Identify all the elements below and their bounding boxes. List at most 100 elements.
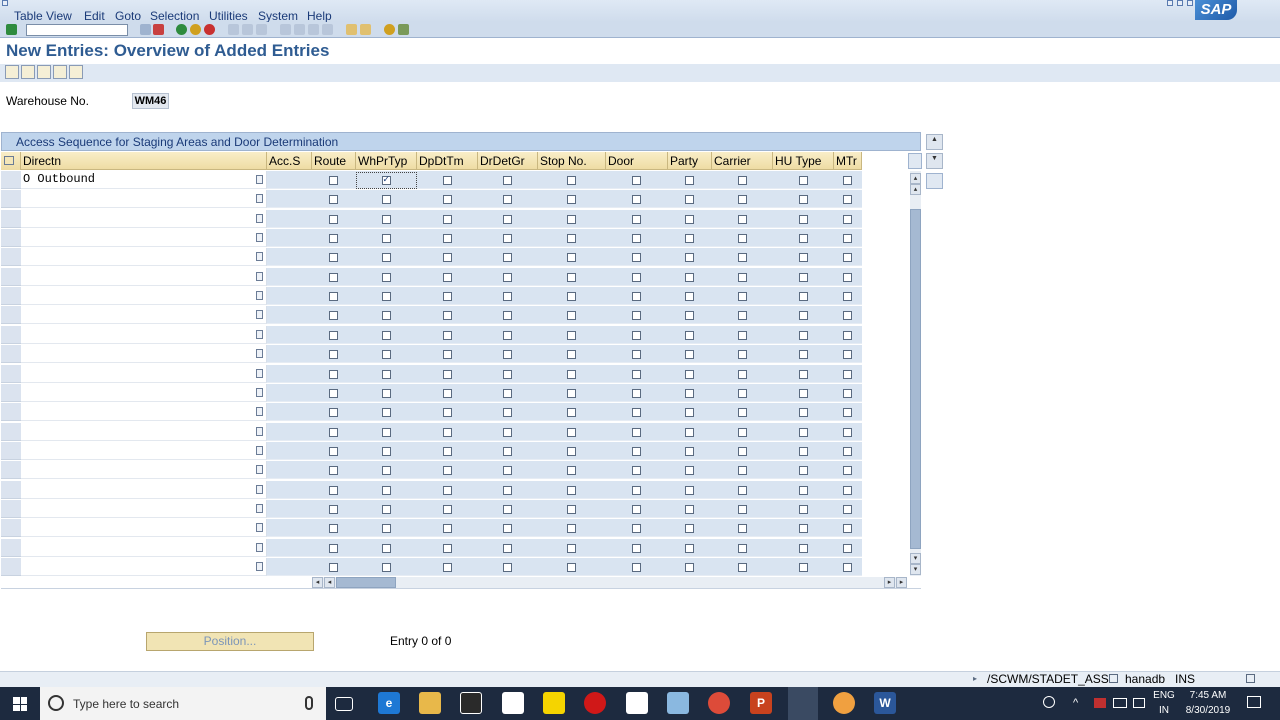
row-selector[interactable] <box>1 171 21 189</box>
direction-input[interactable]: O Outbound <box>21 171 267 189</box>
col-drdetgr-checkbox[interactable] <box>503 234 512 244</box>
scroll-top-icon[interactable]: ▴ <box>910 173 921 184</box>
minimize-icon[interactable] <box>1167 0 1173 6</box>
col-carrier-checkbox[interactable] <box>737 408 747 418</box>
value-help-icon[interactable] <box>256 252 263 262</box>
col-route-checkbox[interactable] <box>329 311 338 321</box>
col-stop-no-checkbox[interactable] <box>567 195 576 205</box>
direction-input[interactable] <box>21 306 267 325</box>
scroll-line-down-icon[interactable]: ▾ <box>910 553 921 564</box>
col-whprtyp-checkbox[interactable] <box>381 427 391 437</box>
col-route-checkbox[interactable] <box>329 330 338 340</box>
row-selector[interactable] <box>1 325 21 344</box>
col-carrier-checkbox[interactable] <box>737 504 747 514</box>
window-icon[interactable] <box>2 0 8 6</box>
col-drdetgr-checkbox[interactable] <box>503 563 512 572</box>
network-icon[interactable] <box>1113 698 1127 708</box>
notifications-icon[interactable] <box>1247 696 1261 708</box>
col-stop-no-checkbox[interactable] <box>567 485 576 495</box>
menu-edit[interactable]: Edit <box>84 9 105 23</box>
powerpoint-icon[interactable]: P <box>750 692 772 714</box>
col-whprtyp-checkbox[interactable] <box>381 485 391 495</box>
col-whprtyp-checkbox[interactable] <box>381 234 391 244</box>
col-party-checkbox[interactable] <box>685 292 694 302</box>
maximize-icon[interactable] <box>1177 0 1183 6</box>
value-help-icon[interactable] <box>256 407 263 417</box>
col-door-checkbox[interactable] <box>632 292 641 302</box>
col-hu-type-checkbox[interactable] <box>798 524 808 534</box>
col-door-checkbox[interactable] <box>632 446 641 456</box>
col-party-checkbox[interactable] <box>685 214 694 224</box>
direction-input[interactable] <box>21 422 267 441</box>
language-label[interactable]: ENG <box>1152 690 1176 701</box>
row-selector[interactable] <box>1 248 21 267</box>
col-door-checkbox[interactable] <box>632 524 641 534</box>
enter-icon[interactable] <box>6 24 17 35</box>
col-mtr-checkbox[interactable] <box>843 272 852 282</box>
value-help-icon[interactable] <box>256 484 263 494</box>
header-col-route[interactable]: Route <box>312 152 356 170</box>
previous-page-icon[interactable] <box>294 24 305 35</box>
edge-icon[interactable]: e <box>378 692 400 714</box>
menu-help[interactable]: Help <box>307 9 332 23</box>
value-help-icon[interactable] <box>256 426 263 436</box>
col-route-checkbox[interactable] <box>329 292 338 302</box>
col-stop-no-checkbox[interactable] <box>567 311 576 321</box>
row-selector[interactable] <box>1 461 21 480</box>
back-arrow-icon[interactable] <box>140 24 151 35</box>
col-route-checkbox[interactable] <box>329 543 338 553</box>
col-route-checkbox[interactable] <box>329 272 338 282</box>
col-hu-type-checkbox[interactable] <box>798 214 808 224</box>
col-mtr-checkbox[interactable] <box>843 214 852 224</box>
header-col-drdetgr[interactable]: DrDetGr <box>478 152 538 170</box>
direction-input[interactable] <box>21 383 267 402</box>
col-whprtyp-checkbox[interactable] <box>381 504 391 514</box>
clock-time[interactable]: 7:45 AM <box>1180 690 1236 701</box>
direction-input[interactable] <box>21 519 267 538</box>
column-config-icon[interactable] <box>908 153 922 169</box>
col-drdetgr-checkbox[interactable] <box>503 466 512 476</box>
menu-utilities[interactable]: Utilities <box>209 9 248 23</box>
direction-input[interactable] <box>21 480 267 499</box>
direction-input[interactable] <box>21 229 267 248</box>
col-dpdttm-checkbox[interactable] <box>442 466 452 476</box>
scroll-down-icon[interactable]: ▼ <box>926 153 943 169</box>
col-party-checkbox[interactable] <box>685 330 694 340</box>
row-selector[interactable] <box>1 209 21 228</box>
value-help-icon[interactable] <box>256 523 263 533</box>
col-party-checkbox[interactable] <box>685 563 694 572</box>
col-stop-no-checkbox[interactable] <box>567 446 576 456</box>
value-help-icon[interactable] <box>256 387 263 397</box>
col-mtr-checkbox[interactable] <box>843 350 852 360</box>
col-dpdttm-checkbox[interactable] <box>442 330 452 340</box>
direction-input[interactable] <box>21 558 267 576</box>
col-dpdttm-checkbox[interactable] <box>442 195 452 205</box>
col-hu-type-checkbox[interactable] <box>798 292 808 302</box>
microphone-icon[interactable] <box>305 696 313 710</box>
status-list-icon[interactable] <box>1109 674 1118 683</box>
col-dpdttm-checkbox[interactable] <box>442 214 452 224</box>
row-selector[interactable] <box>1 287 21 306</box>
header-col-dpdttm[interactable]: DpDtTm <box>417 152 478 170</box>
word-icon[interactable]: W <box>874 692 896 714</box>
col-hu-type-checkbox[interactable] <box>798 176 808 185</box>
scroll-right-icon[interactable]: ▸ <box>896 577 907 588</box>
horizontal-scroll-thumb[interactable] <box>336 577 396 588</box>
col-stop-no-checkbox[interactable] <box>567 466 576 476</box>
opera-icon[interactable] <box>584 692 606 714</box>
col-door-checkbox[interactable] <box>632 388 641 398</box>
col-carrier-checkbox[interactable] <box>737 292 747 302</box>
col-party-checkbox[interactable] <box>685 234 694 244</box>
direction-input[interactable] <box>21 441 267 460</box>
col-stop-no-checkbox[interactable] <box>567 408 576 418</box>
header-col-door[interactable]: Door <box>606 152 668 170</box>
col-party-checkbox[interactable] <box>685 485 694 495</box>
value-help-icon[interactable] <box>256 233 263 243</box>
col-dpdttm-checkbox[interactable] <box>442 369 452 379</box>
col-whprtyp-checkbox[interactable] <box>381 466 391 476</box>
col-party-checkbox[interactable] <box>685 369 694 379</box>
col-mtr-checkbox[interactable] <box>843 369 852 379</box>
header-col-acc-s[interactable]: Acc.S <box>267 152 312 170</box>
col-whprtyp-checkbox[interactable] <box>381 543 391 553</box>
col-carrier-checkbox[interactable] <box>737 369 747 379</box>
